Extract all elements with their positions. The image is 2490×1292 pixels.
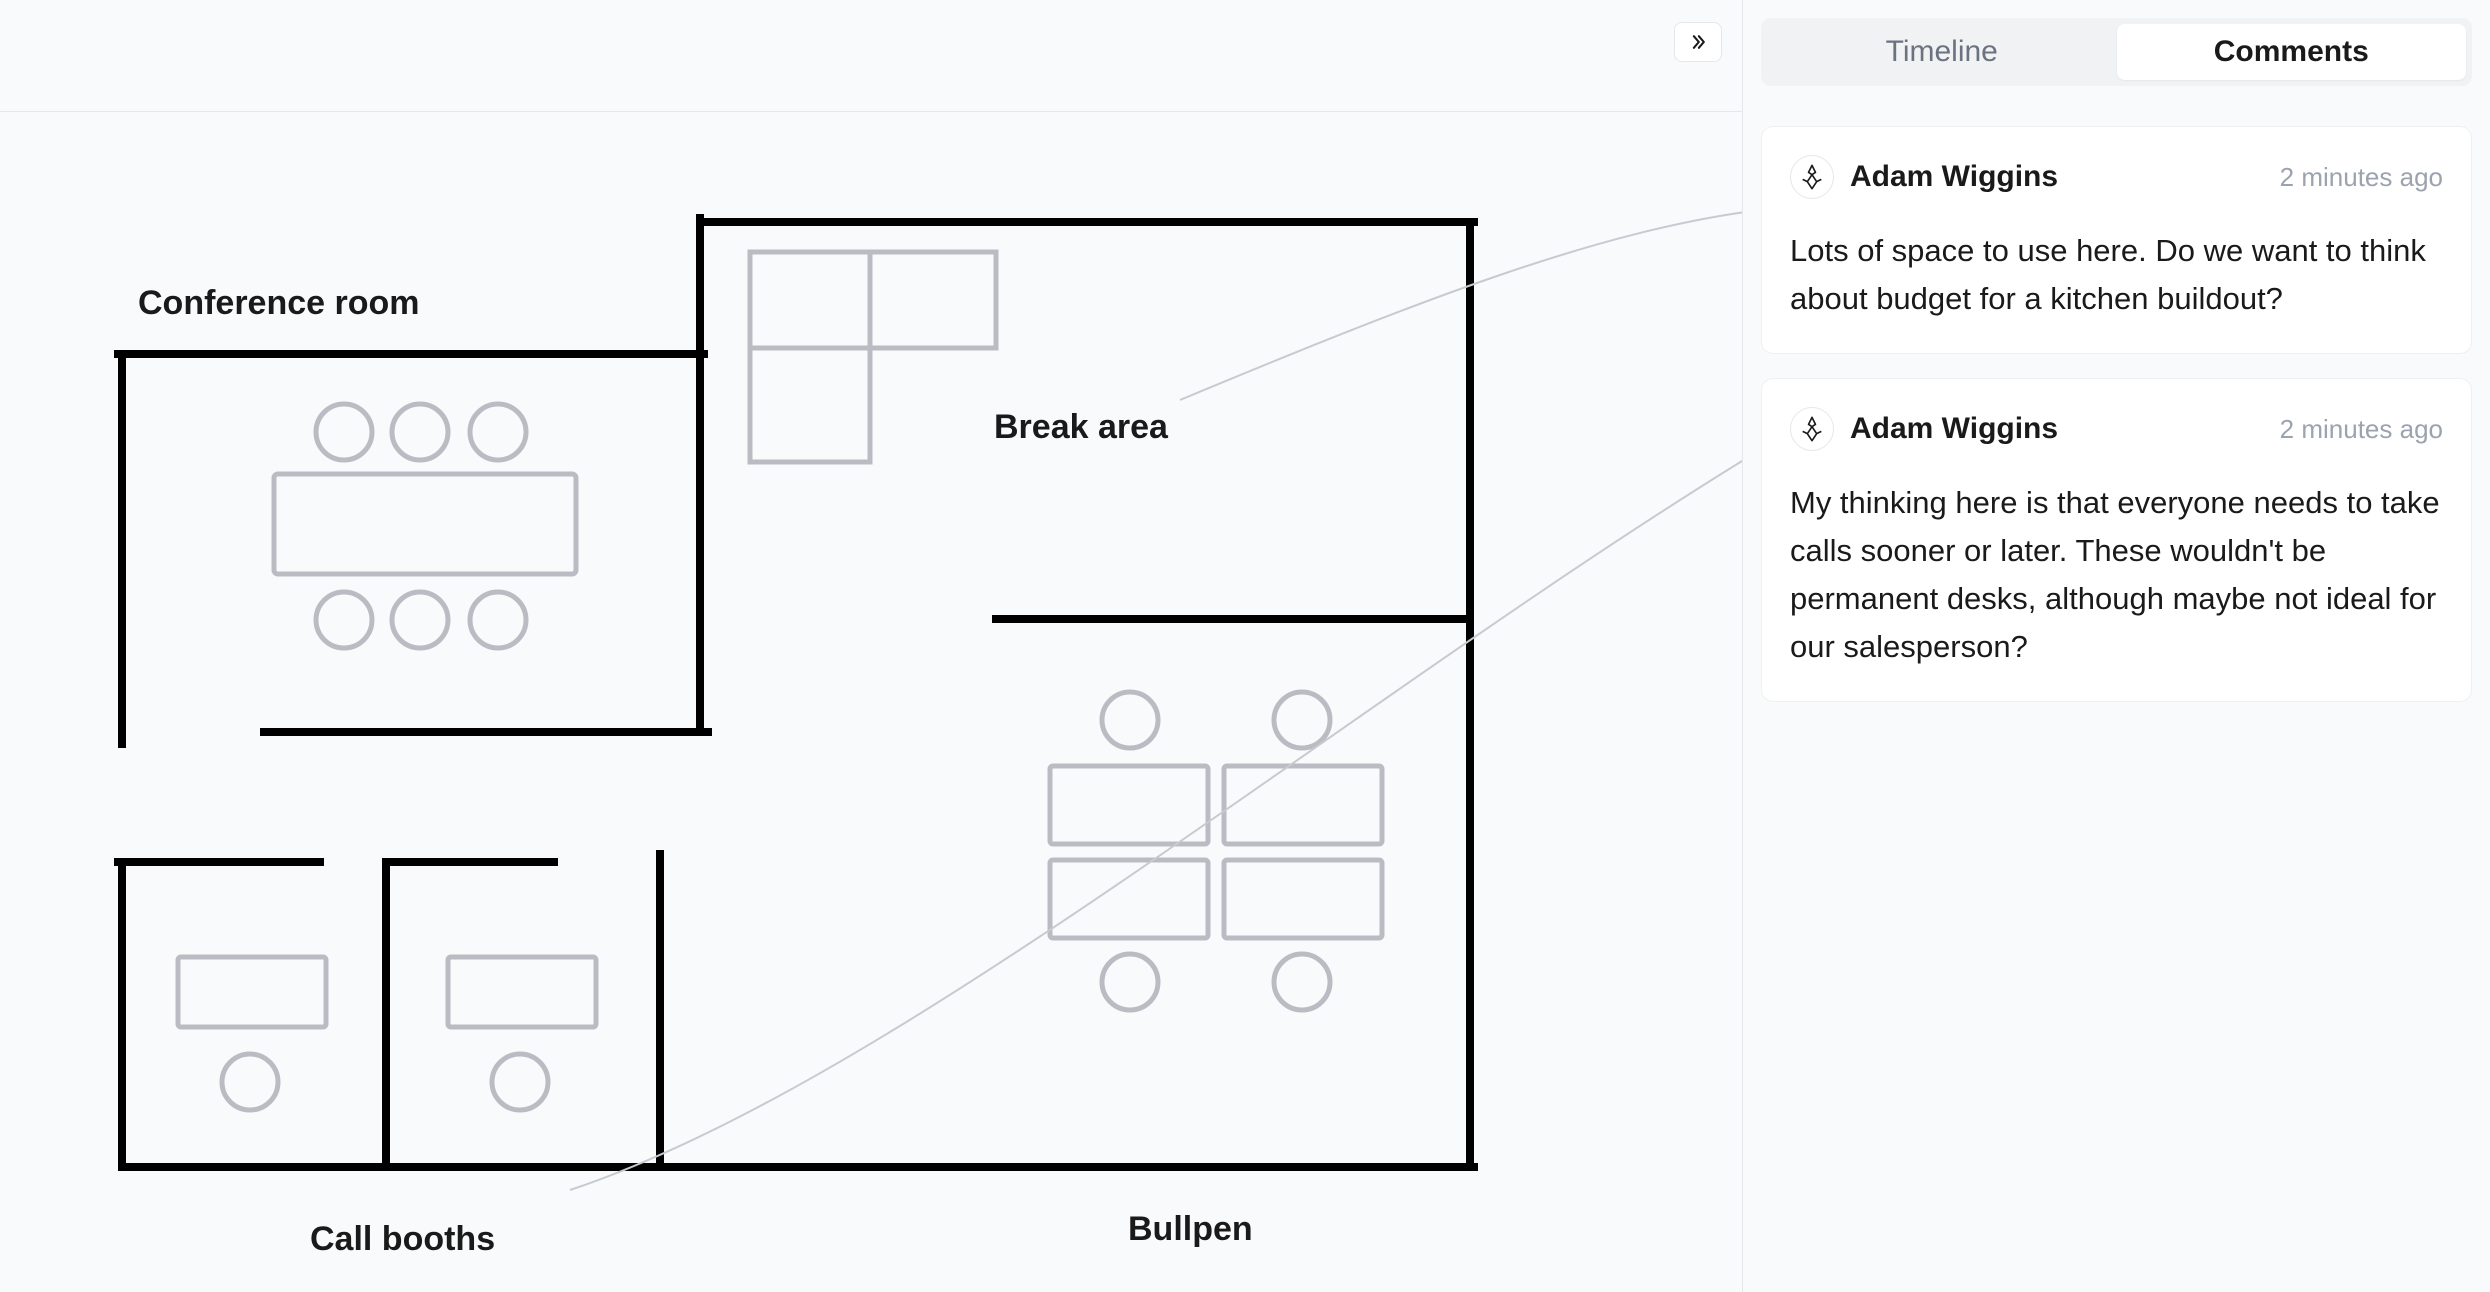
label-call-booths: Call booths (310, 1220, 495, 1259)
sidebar-tabs: Timeline Comments (1761, 18, 2472, 86)
sidebar: Timeline Comments Adam Wiggins 2 minutes… (1742, 0, 2490, 1292)
avatar-icon (1798, 163, 1826, 191)
comment-time: 2 minutes ago (2280, 414, 2443, 445)
canvas-area[interactable]: Conference room Break area Call booths B… (0, 112, 1742, 1292)
chevrons-right-icon (1688, 32, 1708, 52)
comment-author: Adam Wiggins (1850, 412, 2058, 446)
avatar (1790, 407, 1834, 451)
avatar-icon (1798, 415, 1826, 443)
label-conference-room: Conference room (138, 284, 420, 323)
label-bullpen: Bullpen (1128, 1210, 1253, 1249)
comment-card[interactable]: Adam Wiggins 2 minutes ago Lots of space… (1761, 126, 2472, 354)
comment-time: 2 minutes ago (2280, 162, 2443, 193)
comment-card[interactable]: Adam Wiggins 2 minutes ago My thinking h… (1761, 378, 2472, 702)
collapse-sidebar-button[interactable] (1674, 22, 1722, 62)
comment-header: Adam Wiggins 2 minutes ago (1790, 407, 2443, 451)
comment-body: My thinking here is that everyone needs … (1790, 479, 2443, 671)
label-break-area: Break area (994, 408, 1168, 447)
comment-author: Adam Wiggins (1850, 160, 2058, 194)
tab-timeline[interactable]: Timeline (1767, 24, 2117, 80)
comment-header: Adam Wiggins 2 minutes ago (1790, 155, 2443, 199)
avatar (1790, 155, 1834, 199)
comment-body: Lots of space to use here. Do we want to… (1790, 227, 2443, 323)
comments-list: Adam Wiggins 2 minutes ago Lots of space… (1761, 126, 2472, 702)
tab-comments[interactable]: Comments (2117, 24, 2467, 80)
